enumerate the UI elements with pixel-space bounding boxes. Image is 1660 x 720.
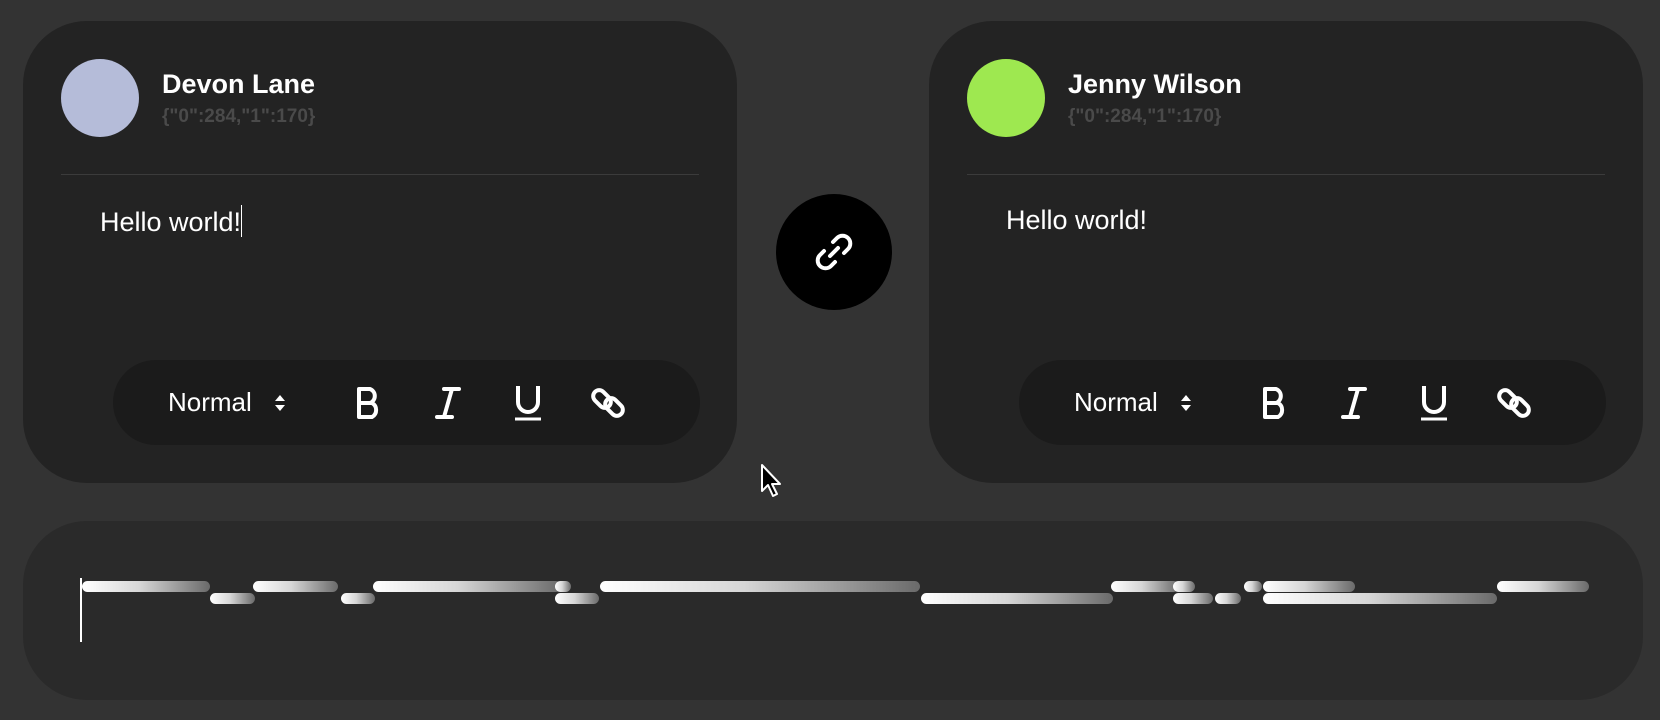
format-select-value: Normal	[168, 387, 252, 417]
timeline-segment	[1173, 581, 1195, 592]
timeline-segment	[1263, 593, 1497, 604]
sync-link-button[interactable]	[776, 194, 892, 310]
format-toolbar: Normal	[113, 360, 700, 445]
user-position-text: {"0":284,"1":170}	[162, 106, 316, 127]
editor-panel-devon: Devon Lane {"0":284,"1":170} Hello world…	[23, 21, 737, 483]
italic-icon	[1341, 387, 1367, 419]
link-icon	[815, 233, 853, 271]
timeline-segment	[1111, 581, 1179, 592]
timeline-segment	[373, 581, 561, 592]
link-icon	[591, 388, 625, 418]
bold-icon	[357, 387, 379, 419]
underline-button[interactable]	[506, 381, 550, 425]
timeline-segment	[1244, 581, 1262, 592]
divider	[967, 174, 1605, 175]
avatar	[967, 59, 1045, 137]
user-name: Devon Lane	[162, 69, 316, 99]
timeline-segment	[82, 581, 210, 592]
italic-button[interactable]	[1332, 381, 1376, 425]
format-select[interactable]: Normal	[1074, 360, 1192, 445]
timeline-segment	[1497, 581, 1589, 592]
link-icon	[1497, 388, 1531, 418]
editor-text: Hello world!	[1006, 205, 1148, 235]
link-button-toolbar[interactable]	[586, 381, 630, 425]
user-position-text: {"0":284,"1":170}	[1068, 106, 1222, 127]
user-name: Jenny Wilson	[1068, 69, 1242, 99]
timeline-segment	[210, 593, 255, 604]
timeline-segment	[341, 593, 375, 604]
divider	[61, 174, 699, 175]
timeline-segment	[555, 581, 571, 592]
italic-icon	[435, 387, 461, 419]
underline-button[interactable]	[1412, 381, 1456, 425]
text-caret	[241, 205, 243, 237]
timeline-segment	[1173, 593, 1213, 604]
editor-panel-jenny: Jenny Wilson {"0":284,"1":170} Hello wor…	[929, 21, 1643, 483]
mouse-cursor-icon	[760, 463, 784, 504]
format-toolbar: Normal	[1019, 360, 1606, 445]
timeline-track[interactable]	[23, 521, 1643, 700]
timeline-segment	[555, 593, 599, 604]
underline-icon	[515, 386, 541, 421]
bold-button[interactable]	[1252, 381, 1296, 425]
italic-button[interactable]	[426, 381, 470, 425]
bold-button[interactable]	[346, 381, 390, 425]
link-button-toolbar[interactable]	[1492, 381, 1536, 425]
timeline-segment	[253, 581, 338, 592]
bold-icon	[1263, 387, 1285, 419]
editor-text-area[interactable]: Hello world!	[1006, 205, 1147, 236]
underline-icon	[1421, 386, 1447, 421]
avatar	[61, 59, 139, 137]
select-arrows-icon	[1180, 394, 1191, 411]
editor-text-area[interactable]: Hello world!	[100, 205, 243, 238]
timeline-segment	[1263, 581, 1355, 592]
format-select-value: Normal	[1074, 387, 1158, 417]
timeline-segment	[600, 581, 920, 592]
select-arrows-icon	[274, 394, 285, 411]
timeline-segment	[921, 593, 1113, 604]
timeline-segment	[1215, 593, 1241, 604]
format-select[interactable]: Normal	[168, 360, 286, 445]
editor-text: Hello world!	[100, 207, 242, 237]
